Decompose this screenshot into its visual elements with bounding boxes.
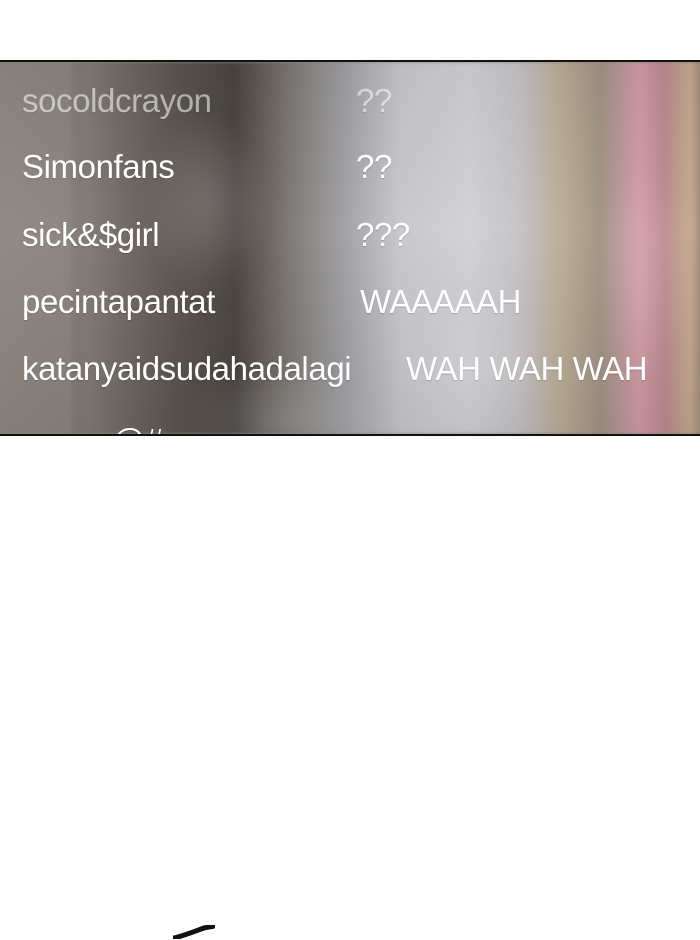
chat-username: Simonfans <box>22 148 175 185</box>
chat-message: WAAAAAH <box>360 283 522 320</box>
chat-screenshot-panel: socoldcrayon ?? Simonfans ?? sick&$girl … <box>0 60 700 436</box>
chat-username: katanyaidsudahadalagi <box>22 350 352 387</box>
chat-message: ?? <box>356 148 392 185</box>
chat-username: aagaa@#gr <box>22 416 192 434</box>
chat-username: pecintapantat <box>22 283 215 320</box>
brush-stroke-icon <box>173 925 215 939</box>
chat-row: katanyaidsudahadalagi WAH WAH WAH <box>0 344 700 394</box>
chat-row: sick&$girl ??? <box>0 210 700 260</box>
chat-message: ?? <box>356 82 392 119</box>
chat-username: sick&$girl <box>22 216 160 253</box>
chat-row: socoldcrayon ?? <box>0 76 700 126</box>
chat-row: aagaa@#gr <box>0 412 700 434</box>
chat-username: socoldcrayon <box>22 82 212 119</box>
chat-message: WAH WAH WAH <box>406 350 648 387</box>
chat-message: ??? <box>356 216 410 253</box>
chat-row: Simonfans ?? <box>0 142 700 192</box>
chat-row: pecintapantat WAAAAAH <box>0 277 700 327</box>
